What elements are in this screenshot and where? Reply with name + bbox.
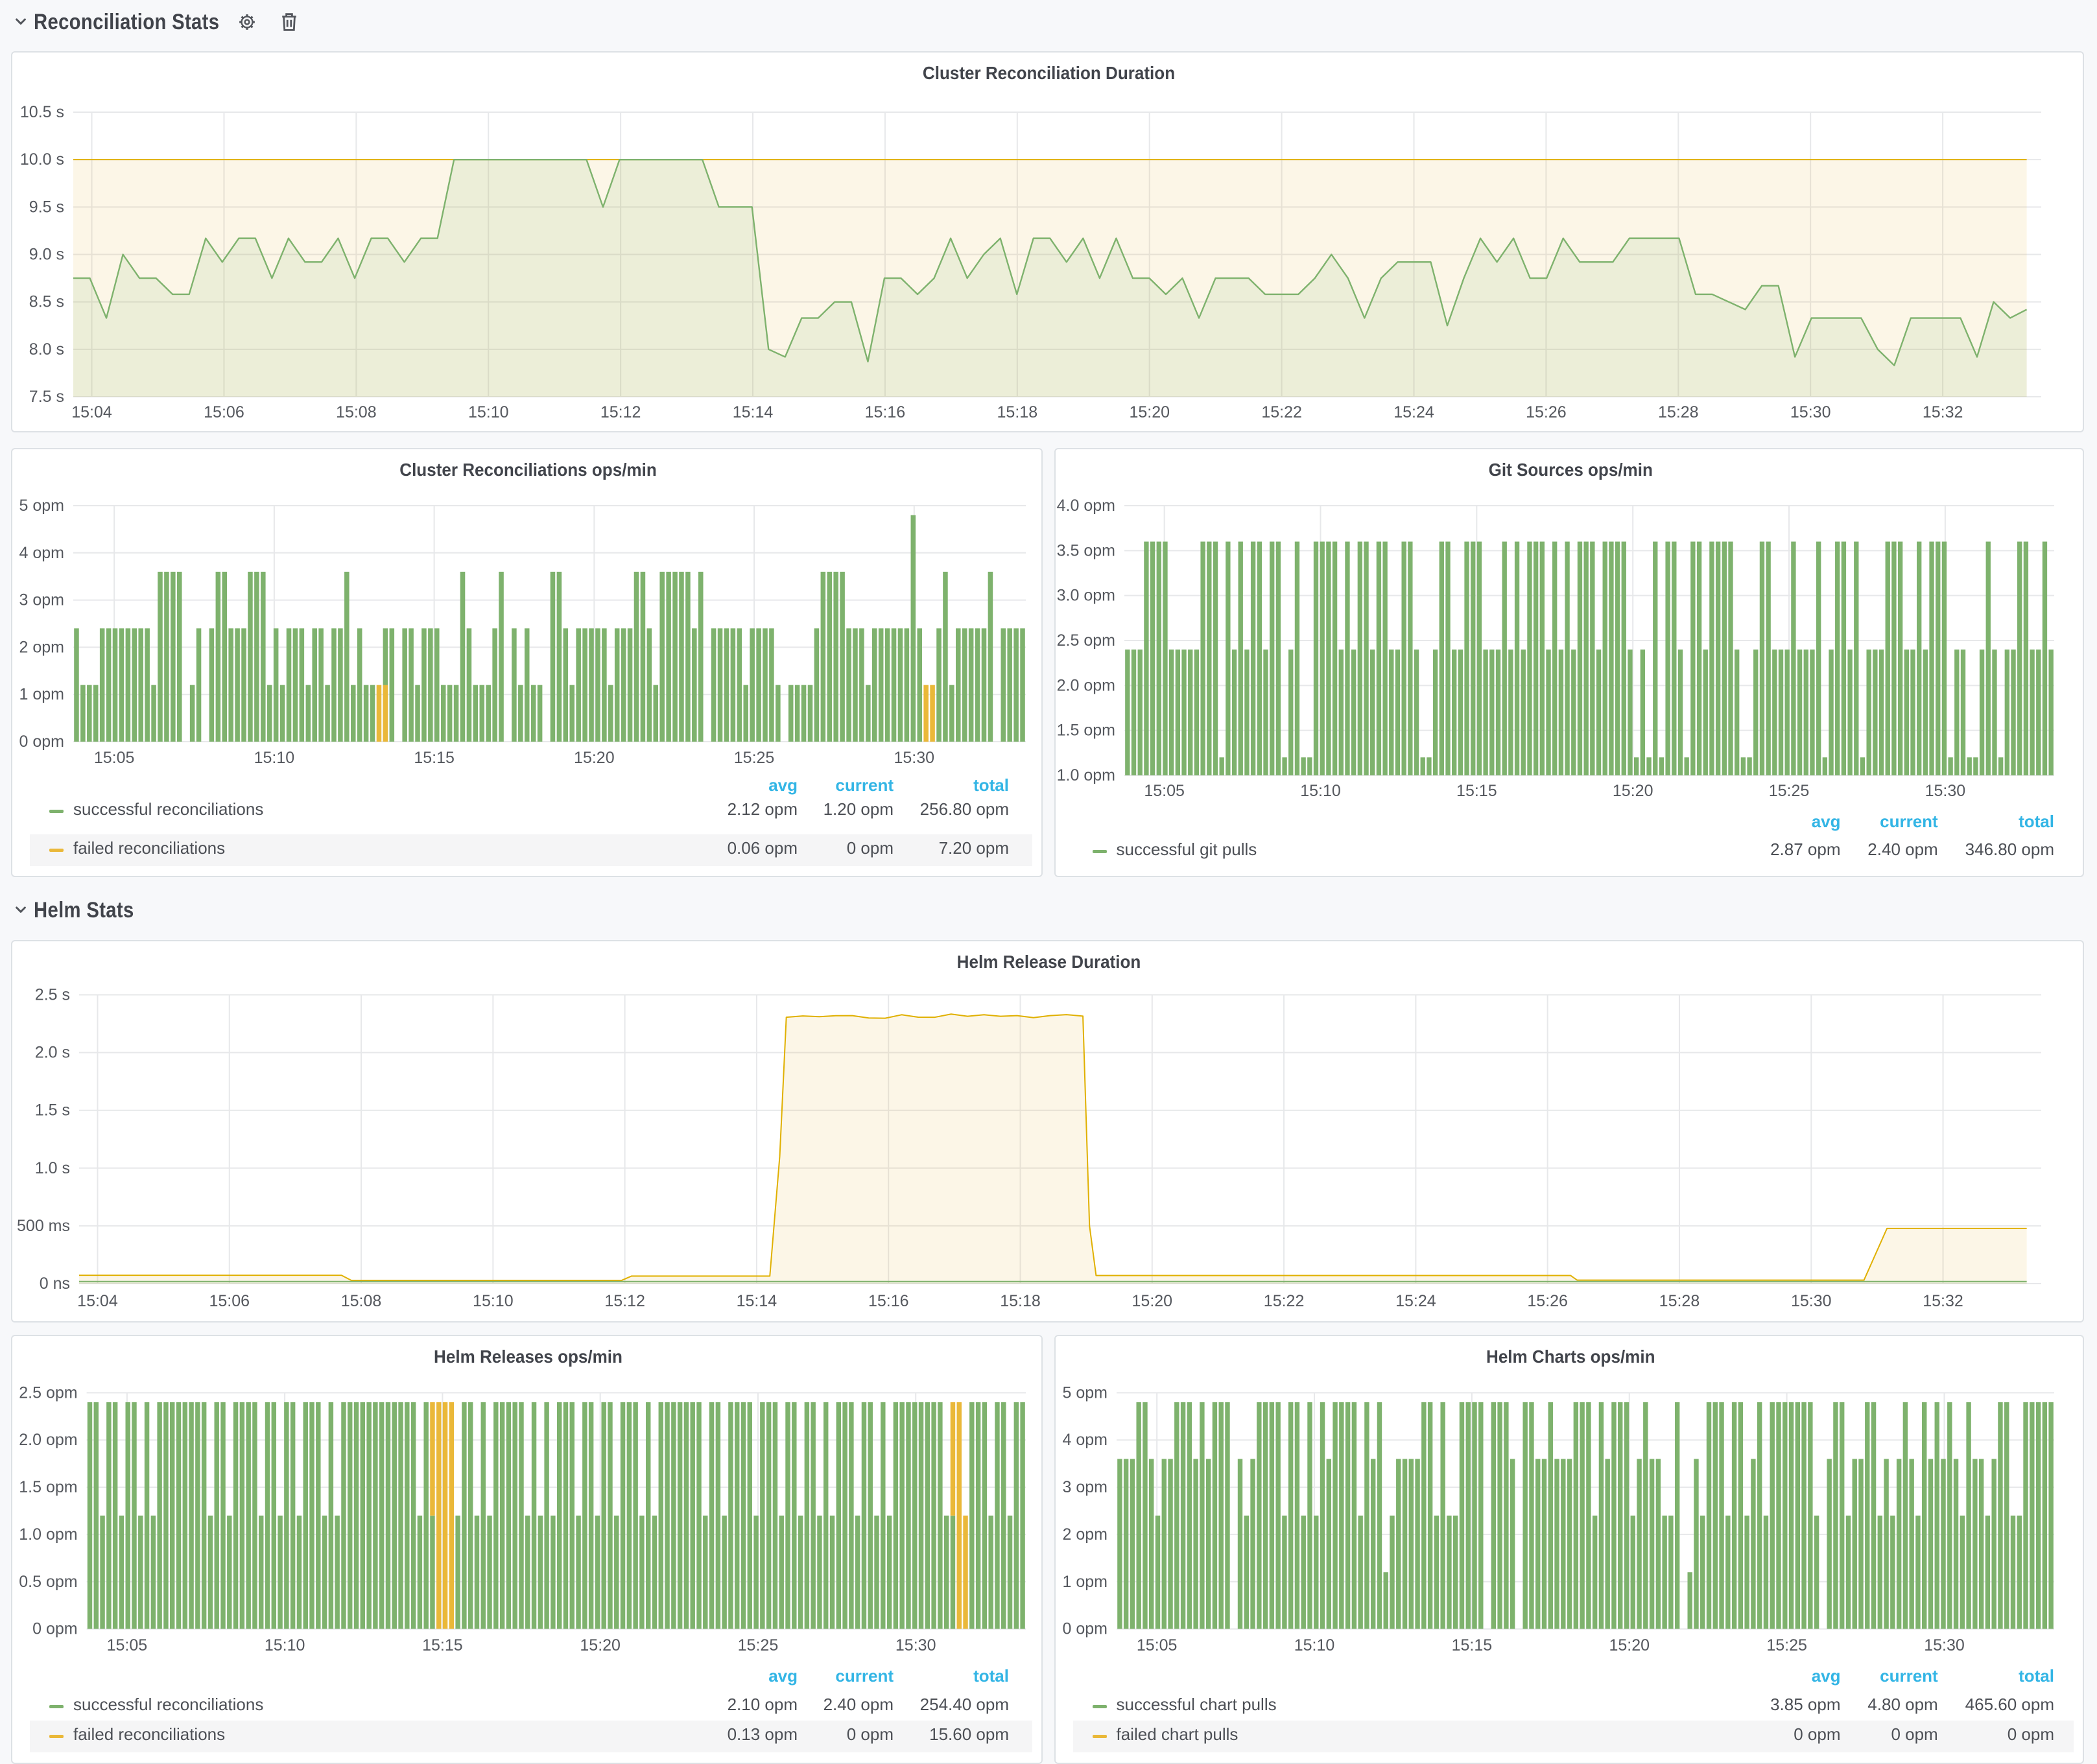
- svg-text:8.5 s: 8.5 s: [29, 293, 64, 311]
- svg-text:5 opm: 5 opm: [19, 497, 64, 515]
- svg-text:3.5 opm: 3.5 opm: [1056, 541, 1115, 559]
- svg-text:7.5 s: 7.5 s: [29, 388, 64, 406]
- svg-text:2.0 s: 2.0 s: [35, 1044, 70, 1062]
- svg-text:15:15: 15:15: [414, 749, 455, 767]
- svg-text:15:25: 15:25: [734, 749, 775, 767]
- svg-text:9.0 s: 9.0 s: [29, 246, 64, 264]
- svg-text:15:25: 15:25: [1766, 1636, 1807, 1654]
- svg-text:15:10: 15:10: [473, 1292, 514, 1310]
- svg-text:10.5 s: 10.5 s: [20, 103, 64, 121]
- svg-text:1.0 opm: 1.0 opm: [19, 1525, 77, 1544]
- svg-text:15:26: 15:26: [1527, 1292, 1568, 1310]
- svg-text:5 opm: 5 opm: [1062, 1383, 1107, 1402]
- svg-text:15:05: 15:05: [1136, 1636, 1177, 1654]
- svg-text:1.5 s: 1.5 s: [35, 1101, 70, 1120]
- svg-text:1.5 opm: 1.5 opm: [19, 1478, 77, 1496]
- svg-text:15:32: 15:32: [1923, 403, 1963, 421]
- svg-text:15:30: 15:30: [1791, 1292, 1832, 1310]
- svg-text:15:10: 15:10: [1300, 782, 1341, 800]
- svg-text:15:04: 15:04: [71, 403, 112, 421]
- svg-text:15:12: 15:12: [604, 1292, 645, 1310]
- svg-text:15:15: 15:15: [422, 1636, 463, 1654]
- svg-text:2.5 s: 2.5 s: [35, 986, 70, 1004]
- svg-text:15:10: 15:10: [265, 1636, 305, 1654]
- svg-text:4 opm: 4 opm: [19, 544, 64, 562]
- svg-text:15:24: 15:24: [1393, 403, 1434, 421]
- svg-text:15:30: 15:30: [1790, 403, 1831, 421]
- svg-text:1.5 opm: 1.5 opm: [1056, 722, 1115, 740]
- svg-text:0 opm: 0 opm: [19, 733, 64, 751]
- svg-text:15:25: 15:25: [738, 1636, 779, 1654]
- svg-text:1 opm: 1 opm: [19, 685, 64, 703]
- svg-text:15:10: 15:10: [1294, 1636, 1334, 1654]
- svg-text:2.0 opm: 2.0 opm: [1056, 676, 1115, 694]
- svg-text:15:10: 15:10: [468, 403, 509, 421]
- svg-text:15:15: 15:15: [1456, 782, 1497, 800]
- svg-text:1.0 s: 1.0 s: [35, 1159, 70, 1177]
- svg-text:1.0 opm: 1.0 opm: [1056, 766, 1115, 784]
- svg-text:15:05: 15:05: [1144, 782, 1185, 800]
- svg-text:3 opm: 3 opm: [19, 591, 64, 609]
- svg-text:0 opm: 0 opm: [1062, 1620, 1107, 1638]
- svg-text:15:18: 15:18: [1000, 1292, 1041, 1310]
- svg-text:2 opm: 2 opm: [1062, 1525, 1107, 1544]
- svg-text:4.0 opm: 4.0 opm: [1056, 497, 1115, 515]
- svg-text:0.5 opm: 0.5 opm: [19, 1573, 77, 1591]
- svg-text:15:06: 15:06: [209, 1292, 250, 1310]
- svg-text:15:30: 15:30: [894, 749, 934, 767]
- svg-text:15:30: 15:30: [1924, 1636, 1965, 1654]
- svg-text:15:20: 15:20: [1132, 1292, 1173, 1310]
- svg-text:15:30: 15:30: [895, 1636, 936, 1654]
- svg-text:15:28: 15:28: [1659, 1292, 1700, 1310]
- svg-text:15:14: 15:14: [733, 403, 774, 421]
- svg-text:10.0 s: 10.0 s: [20, 150, 64, 169]
- svg-text:15:14: 15:14: [737, 1292, 777, 1310]
- svg-text:15:08: 15:08: [341, 1292, 382, 1310]
- svg-text:15:16: 15:16: [868, 1292, 909, 1310]
- svg-text:4 opm: 4 opm: [1062, 1431, 1107, 1449]
- svg-text:9.5 s: 9.5 s: [29, 198, 64, 216]
- svg-text:15:12: 15:12: [600, 403, 641, 421]
- svg-text:15:26: 15:26: [1526, 403, 1567, 421]
- svg-text:15:20: 15:20: [574, 749, 615, 767]
- svg-text:15:15: 15:15: [1451, 1636, 1492, 1654]
- svg-text:15:22: 15:22: [1261, 403, 1302, 421]
- svg-text:1 opm: 1 opm: [1062, 1573, 1107, 1591]
- svg-text:15:18: 15:18: [997, 403, 1038, 421]
- svg-text:0 ns: 0 ns: [40, 1275, 70, 1293]
- svg-text:15:06: 15:06: [204, 403, 244, 421]
- svg-text:15:28: 15:28: [1658, 403, 1699, 421]
- svg-text:15:05: 15:05: [107, 1636, 148, 1654]
- svg-text:15:32: 15:32: [1923, 1292, 1963, 1310]
- svg-text:2.0 opm: 2.0 opm: [19, 1431, 77, 1449]
- svg-text:15:04: 15:04: [77, 1292, 118, 1310]
- svg-text:15:16: 15:16: [865, 403, 906, 421]
- svg-text:15:08: 15:08: [336, 403, 377, 421]
- svg-text:2 opm: 2 opm: [19, 638, 64, 656]
- svg-text:2.5 opm: 2.5 opm: [1056, 631, 1115, 650]
- svg-text:3 opm: 3 opm: [1062, 1478, 1107, 1496]
- svg-text:15:24: 15:24: [1395, 1292, 1436, 1310]
- svg-text:3.0 opm: 3.0 opm: [1056, 587, 1115, 605]
- svg-text:500 ms: 500 ms: [17, 1217, 70, 1235]
- svg-text:0 opm: 0 opm: [32, 1620, 77, 1638]
- svg-text:15:20: 15:20: [580, 1636, 621, 1654]
- svg-text:15:22: 15:22: [1264, 1292, 1305, 1310]
- svg-text:15:05: 15:05: [94, 749, 135, 767]
- svg-text:2.5 opm: 2.5 opm: [19, 1383, 77, 1402]
- svg-text:8.0 s: 8.0 s: [29, 340, 64, 359]
- svg-text:15:25: 15:25: [1768, 782, 1809, 800]
- svg-text:15:20: 15:20: [1609, 1636, 1650, 1654]
- svg-text:15:10: 15:10: [254, 749, 295, 767]
- svg-text:15:30: 15:30: [1925, 782, 1965, 800]
- svg-text:15:20: 15:20: [1129, 403, 1170, 421]
- svg-text:15:20: 15:20: [1612, 782, 1653, 800]
